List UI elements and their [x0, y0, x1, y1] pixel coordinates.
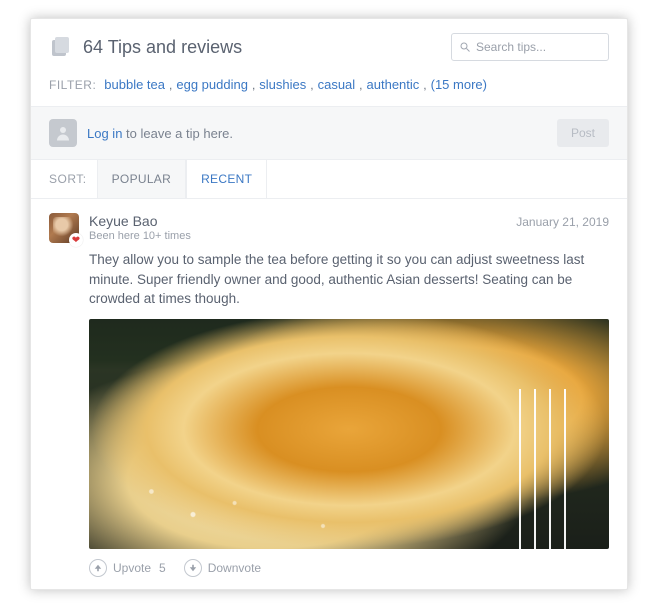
filter-label: FILTER: [49, 78, 96, 92]
filter-tag-bubble-tea[interactable]: bubble tea [104, 77, 165, 92]
search-icon [459, 41, 471, 53]
search-input[interactable] [451, 33, 609, 61]
filter-tag-slushies[interactable]: slushies [259, 77, 306, 92]
tips-icon [49, 35, 73, 59]
tip-body: Keyue Bao January 21, 2019 Been here 10+… [89, 213, 609, 577]
upvote-label: Upvote [113, 561, 151, 575]
guest-avatar-icon [49, 119, 77, 147]
avatar[interactable]: ❤ [49, 213, 79, 243]
visits-badge: Been here 10+ times [89, 230, 609, 242]
tip-text: They allow you to sample the tea before … [89, 250, 609, 309]
tip-item: ❤ Keyue Bao January 21, 2019 Been here 1… [31, 199, 627, 589]
tips-panel: 64 Tips and reviews FILTER: bubble tea, … [30, 18, 628, 590]
arrow-down-icon [184, 559, 202, 577]
tip-date: January 21, 2019 [516, 215, 609, 229]
prompt-rest: to leave a tip here. [122, 126, 233, 141]
sort-tab-recent[interactable]: RECENT [186, 160, 267, 198]
downvote-button[interactable]: Downvote [184, 559, 261, 577]
vote-row: Upvote 5 Downvote [89, 559, 609, 577]
sort-row: SORT: POPULAR RECENT [31, 160, 627, 199]
tip-header: Keyue Bao January 21, 2019 [89, 213, 609, 229]
sort-label: SORT: [31, 160, 97, 198]
prompt-text: Log in to leave a tip here. [87, 126, 557, 141]
upvote-count: 5 [159, 561, 166, 575]
search-wrapper [451, 33, 609, 61]
post-button[interactable]: Post [557, 119, 609, 147]
panel-header: 64 Tips and reviews [31, 19, 627, 71]
downvote-label: Downvote [208, 561, 261, 575]
tip-photo[interactable] [89, 319, 609, 549]
heart-icon: ❤ [69, 233, 83, 247]
leave-tip-prompt: Log in to leave a tip here. Post [31, 107, 627, 160]
sort-tab-popular[interactable]: POPULAR [97, 160, 186, 198]
filter-row: FILTER: bubble tea, egg pudding, slushie… [31, 71, 627, 107]
upvote-button[interactable]: Upvote 5 [89, 559, 166, 577]
filter-tag-authentic[interactable]: authentic [367, 77, 420, 92]
tip-author-link[interactable]: Keyue Bao [89, 213, 516, 229]
login-link[interactable]: Log in [87, 126, 122, 141]
filter-tag-egg-pudding[interactable]: egg pudding [176, 77, 248, 92]
arrow-up-icon [89, 559, 107, 577]
filter-tag-casual[interactable]: casual [318, 77, 356, 92]
page-title: 64 Tips and reviews [83, 37, 451, 58]
filter-more-link[interactable]: (15 more) [431, 77, 487, 92]
